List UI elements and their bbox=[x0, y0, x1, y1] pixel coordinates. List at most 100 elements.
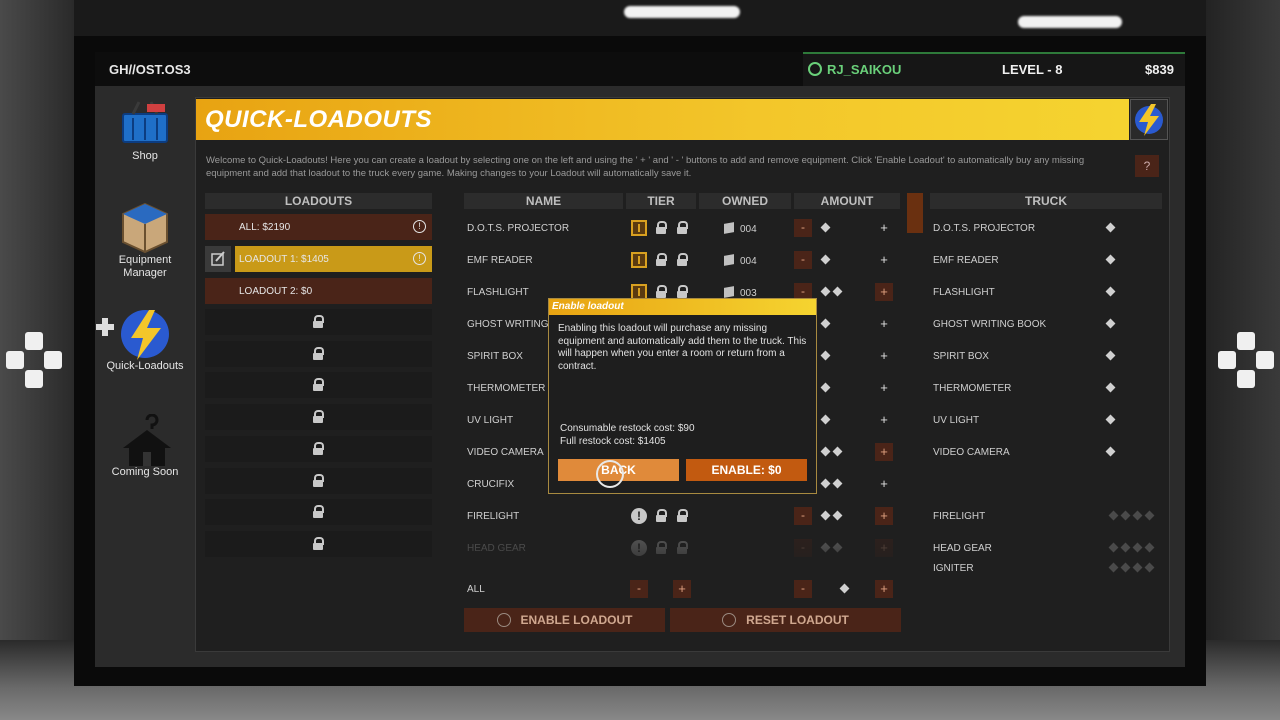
col-amount: AMOUNT bbox=[794, 193, 900, 209]
lock-icon bbox=[313, 505, 324, 519]
user-online-icon bbox=[808, 62, 822, 76]
loadout-all[interactable]: ALL: $2190 ! bbox=[205, 214, 432, 240]
tier-unavailable-icon: ! bbox=[631, 508, 647, 524]
tier-lock-icon bbox=[656, 253, 667, 266]
player-level: LEVEL - 8 bbox=[1002, 62, 1063, 77]
amount-plus-button[interactable]: + bbox=[875, 411, 893, 429]
amount-plus-button[interactable]: + bbox=[875, 219, 893, 237]
box-icon bbox=[724, 286, 734, 298]
all-label: ALL bbox=[467, 584, 485, 595]
truck-item-name: SPIRIT BOX bbox=[933, 351, 989, 362]
equipment-name: THERMOMETER bbox=[467, 383, 546, 394]
amount-plus-button[interactable]: + bbox=[875, 251, 893, 269]
enable-loadout-dialog: Enable loadout Enabling this loadout wil… bbox=[548, 298, 817, 494]
amount-minus-button[interactable]: - bbox=[794, 507, 812, 525]
box-icon bbox=[119, 202, 171, 254]
edit-loadout-button[interactable] bbox=[205, 246, 231, 272]
cursor bbox=[596, 460, 624, 488]
amount-plus-button[interactable]: + bbox=[875, 507, 893, 525]
nav-shop[interactable]: Shop bbox=[100, 98, 190, 163]
selection-pointer-icon bbox=[96, 318, 114, 336]
col-truck: TRUCK bbox=[930, 193, 1162, 209]
equipment-name: GHOST WRITING B bbox=[467, 319, 558, 330]
locked-loadout-slot bbox=[205, 530, 432, 557]
loadout-1[interactable]: LOADOUT 1: $1405 ! bbox=[235, 246, 432, 272]
dialog-title: Enable loadout bbox=[549, 299, 816, 315]
truck-item-name: THERMOMETER bbox=[933, 383, 1012, 394]
tier-1-icon[interactable] bbox=[631, 220, 647, 236]
owned-count: 004 bbox=[724, 222, 757, 235]
hanger-icon bbox=[119, 413, 171, 466]
amount-minus-button[interactable]: - bbox=[794, 219, 812, 237]
all-tier-minus-button[interactable]: - bbox=[630, 580, 648, 598]
amount-minus-button[interactable]: - bbox=[794, 251, 812, 269]
enable-loadout-button[interactable]: ENABLE LOADOUT bbox=[464, 608, 665, 632]
tier-lock-icon bbox=[677, 285, 688, 298]
nav-label: Equipment Manager bbox=[118, 254, 172, 279]
locked-loadout-slot bbox=[205, 340, 432, 367]
truck-item-name: EMF READER bbox=[933, 255, 999, 266]
locked-loadout-slot bbox=[205, 435, 432, 462]
equipment-name: EMF READER bbox=[467, 255, 533, 266]
scrollbar[interactable] bbox=[907, 193, 923, 233]
dialog-body: Enabling this loadout will purchase any … bbox=[558, 323, 807, 372]
amount-plus-button[interactable]: + bbox=[875, 315, 893, 333]
truck-item-name: D.O.T.S. PROJECTOR bbox=[933, 223, 1036, 234]
amount-plus-button[interactable]: + bbox=[875, 283, 893, 301]
locked-loadout-slot bbox=[205, 499, 432, 526]
loadout-label: ALL: $2190 bbox=[239, 222, 291, 233]
top-bar: GH//OST.OS3 RJ_SAIKOU LEVEL - 8 $839 bbox=[95, 52, 1185, 86]
equipment-name: CRUCIFIX bbox=[467, 479, 515, 490]
list-fade bbox=[463, 536, 903, 576]
all-tier-plus-button[interactable]: + bbox=[673, 580, 691, 598]
tier-1-icon[interactable] bbox=[631, 252, 647, 268]
amount-plus-button[interactable]: + bbox=[875, 379, 893, 397]
nav-coming-soon[interactable]: Coming Soon bbox=[100, 413, 190, 479]
amount-plus-button[interactable]: + bbox=[875, 475, 893, 493]
truck-item-name: FLASHLIGHT bbox=[933, 287, 995, 298]
all-amount-minus-button[interactable]: - bbox=[794, 580, 812, 598]
dpad-left-icon bbox=[4, 330, 64, 390]
equipment-name: FIRELIGHT bbox=[467, 511, 520, 522]
loadout-2[interactable]: LOADOUT 2: $0 bbox=[205, 278, 432, 304]
tier-lock-icon bbox=[656, 285, 667, 298]
truck-item-name: IGNITER bbox=[933, 563, 974, 574]
header-logo bbox=[1130, 99, 1168, 140]
lock-icon bbox=[313, 410, 324, 424]
nav-equipment-manager[interactable]: Equipment Manager bbox=[100, 202, 190, 280]
amount-plus-button[interactable]: + bbox=[875, 347, 893, 365]
lock-icon bbox=[313, 378, 324, 392]
tier-lock-icon bbox=[656, 221, 667, 234]
tier-lock-icon bbox=[677, 509, 688, 522]
equipment-name: VIDEO CAMERA bbox=[467, 447, 544, 458]
owned-value: 004 bbox=[740, 256, 757, 267]
edit-icon bbox=[211, 251, 225, 266]
equipment-name: SPIRIT BOX bbox=[467, 351, 523, 362]
all-amount-plus-button[interactable]: + bbox=[875, 580, 893, 598]
nav-label: Shop bbox=[132, 150, 158, 162]
lock-icon bbox=[313, 441, 324, 455]
tier-lock-icon bbox=[656, 509, 667, 522]
ceiling-light bbox=[624, 6, 740, 18]
nav-label: Quick-Loadouts bbox=[106, 360, 184, 372]
enable-button[interactable]: ENABLE: $0 bbox=[686, 459, 807, 481]
loadout-label: LOADOUT 2: $0 bbox=[239, 286, 313, 297]
box-icon bbox=[724, 222, 734, 234]
locked-loadout-slot bbox=[205, 467, 432, 494]
loadout-label: LOADOUT 1: $1405 bbox=[239, 254, 329, 265]
info-icon[interactable]: ! bbox=[413, 220, 426, 233]
reset-loadout-button[interactable]: RESET LOADOUT bbox=[670, 608, 901, 632]
info-icon[interactable]: ! bbox=[413, 252, 426, 265]
button-label: RESET LOADOUT bbox=[746, 613, 849, 627]
lock-icon bbox=[313, 473, 324, 487]
ceiling-light bbox=[1018, 16, 1122, 28]
help-button[interactable]: ? bbox=[1135, 155, 1159, 177]
locked-loadout-slot bbox=[205, 372, 432, 399]
truck-item-name: UV LIGHT bbox=[933, 415, 980, 426]
amount-plus-button[interactable]: + bbox=[875, 443, 893, 461]
money: $839 bbox=[1145, 62, 1174, 77]
owned-count: 004 bbox=[724, 254, 757, 267]
square-button-icon bbox=[496, 613, 511, 627]
equipment-name: UV LIGHT bbox=[467, 415, 514, 426]
full-cost: Full restock cost: $1405 bbox=[560, 436, 666, 447]
